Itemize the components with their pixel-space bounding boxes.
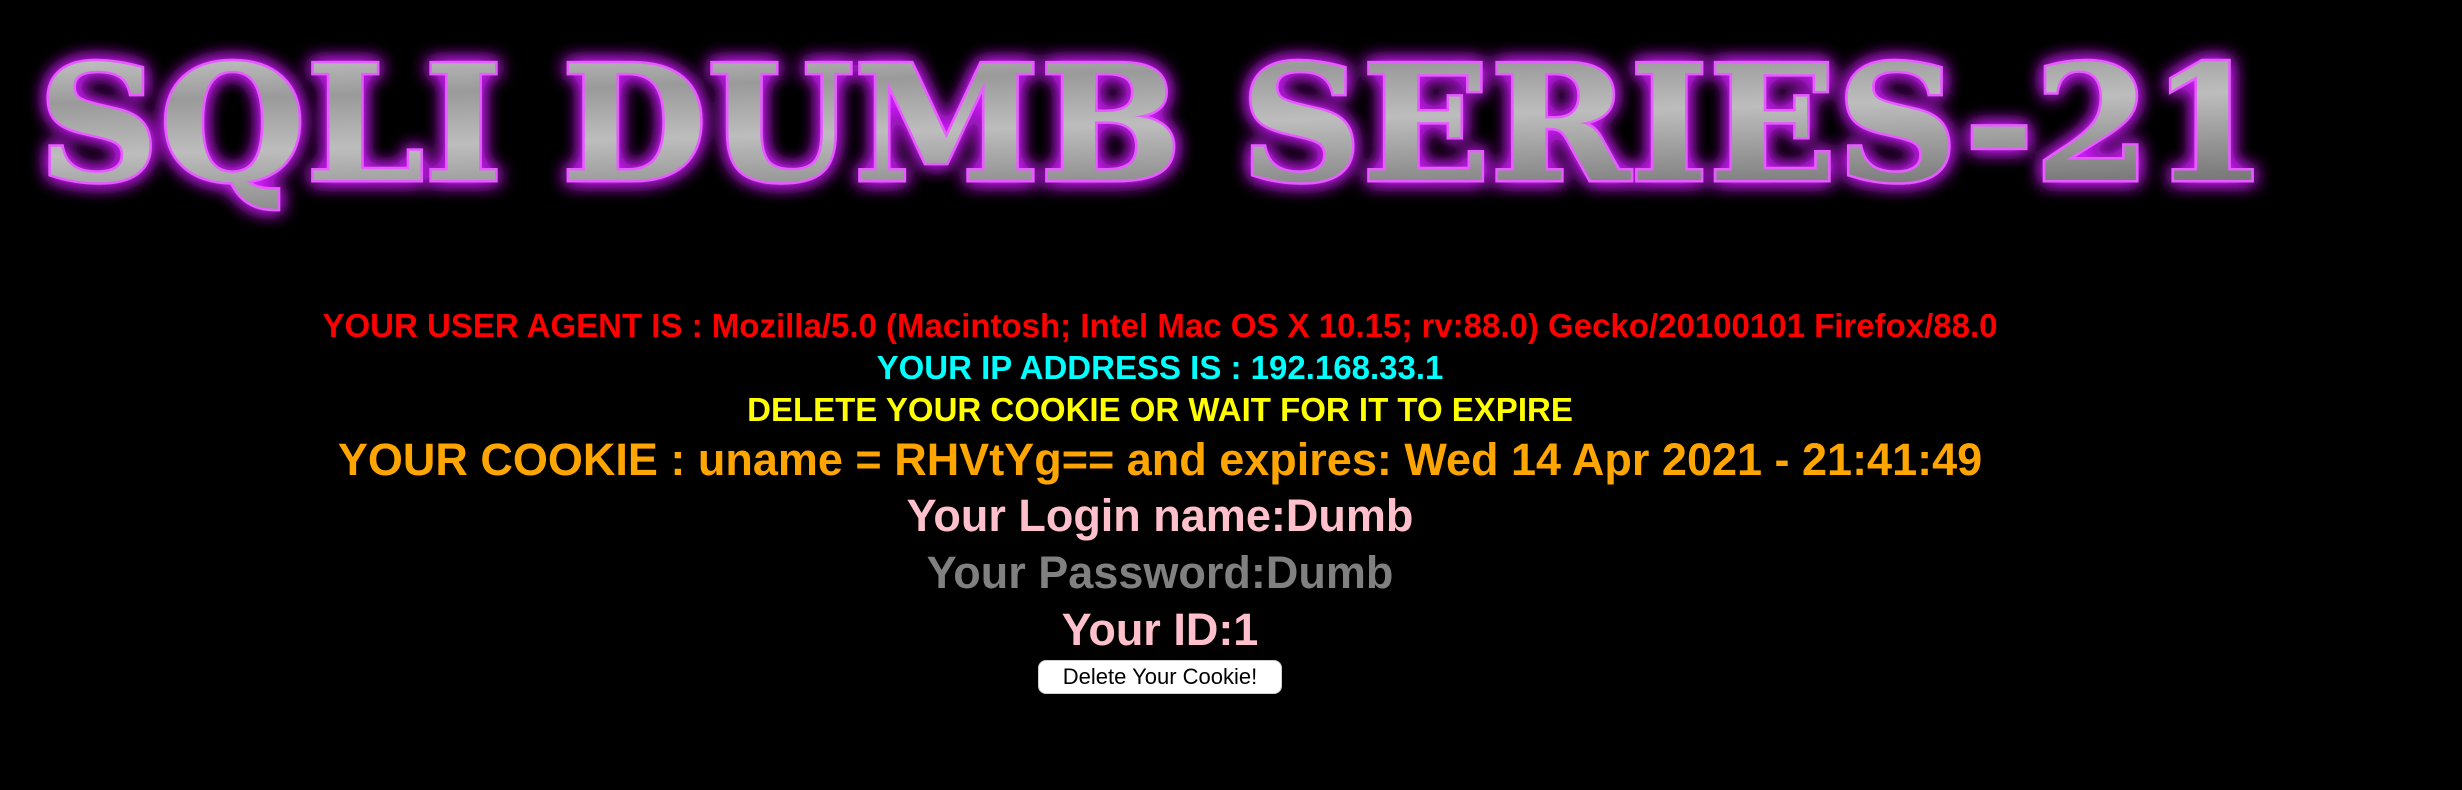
delete-cookie-button[interactable]: Delete Your Cookie! xyxy=(1037,660,1283,694)
password-text: Your Password:Dumb xyxy=(926,547,1394,598)
banner-logo: SQLI DUMB SERIES-21 xyxy=(36,28,2271,221)
delete-cookie-notice: DELETE YOUR COOKIE OR WAIT FOR IT TO EXP… xyxy=(747,391,1573,428)
login-name-text: Your Login name:Dumb xyxy=(906,490,1414,541)
ip-address-text: YOUR IP ADDRESS IS : 192.168.33.1 xyxy=(876,349,1444,386)
delete-cookie-form: Delete Your Cookie! xyxy=(0,660,2320,694)
session-info: YOUR USER AGENT IS : Mozilla/5.0 (Macint… xyxy=(0,305,2320,694)
page-banner: SQLI DUMB SERIES-21 xyxy=(30,28,2290,228)
banner-title: SQLI DUMB SERIES-21 xyxy=(38,30,2268,218)
user-id-text: Your ID:1 xyxy=(1061,604,1259,655)
user-agent-text: YOUR USER AGENT IS : Mozilla/5.0 (Macint… xyxy=(322,307,1998,344)
cookie-text: YOUR COOKIE : uname = RHVtYg== and expir… xyxy=(337,434,1983,485)
